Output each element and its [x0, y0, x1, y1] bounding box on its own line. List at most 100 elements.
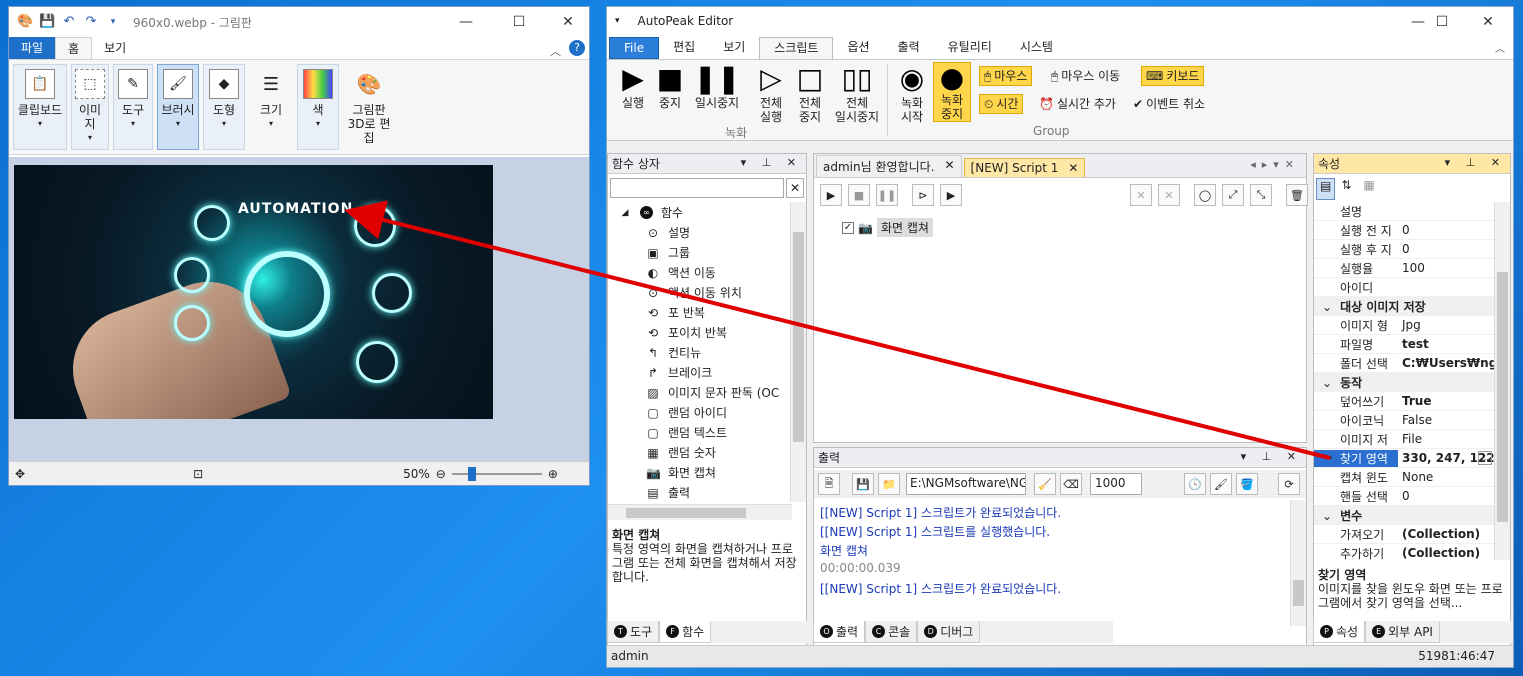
property-row[interactable]: 캡쳐 윈도 None: [1314, 468, 1494, 487]
property-row[interactable]: 덮어쓰기 True: [1314, 392, 1494, 411]
customize-icon[interactable]: ▾: [105, 14, 121, 30]
function-hscrollbar[interactable]: [608, 504, 792, 520]
doc-tab-controls[interactable]: ◂▸▾✕: [1250, 158, 1300, 171]
panel-controls[interactable]: ▾ ⊥ ✕: [741, 156, 802, 169]
output-path-input[interactable]: E:\NGMsoftware\NG: [906, 473, 1026, 495]
sort-az-icon[interactable]: ⇅: [1341, 178, 1351, 200]
property-row[interactable]: 가져오기 (Collection): [1314, 525, 1494, 544]
function-item[interactable]: ▦ 랜덤 숫자: [646, 444, 716, 461]
help-icon[interactable]: ?: [569, 40, 585, 56]
tab-tools[interactable]: T 도구: [607, 621, 660, 643]
paint3d-group[interactable]: 🎨 그림판 3D로 편집: [343, 64, 395, 150]
new-file-icon[interactable]: 🗎: [818, 473, 840, 495]
delete-icon[interactable]: 🗑: [1286, 184, 1308, 206]
fill-icon[interactable]: 🪣: [1236, 473, 1258, 495]
function-item[interactable]: 📷 화면 캡쳐: [646, 464, 716, 481]
close-button[interactable]: ✕: [545, 7, 589, 37]
collapse-ribbon-icon[interactable]: ︿: [550, 43, 569, 59]
tab-debug[interactable]: D 디버그: [917, 621, 981, 643]
record-stop-button[interactable]: ● 녹화 중지: [933, 62, 971, 122]
script-pause-icon[interactable]: ❚❚: [876, 184, 898, 206]
collapse-ribbon-icon[interactable]: ︿: [1495, 40, 1513, 55]
property-row[interactable]: 추가하기 (Collection): [1314, 544, 1494, 560]
property-row[interactable]: 폴더 선택C:₩Users₩ngma: [1314, 354, 1494, 373]
function-item[interactable]: ▤ 출력: [646, 484, 690, 501]
tab-view[interactable]: 보기: [709, 37, 759, 59]
clock-icon[interactable]: 🕓: [1184, 473, 1206, 495]
keyboard-toggle[interactable]: ⌨ 키보드: [1141, 66, 1205, 86]
automation-image[interactable]: AUTOMATION: [14, 165, 493, 419]
tab-file[interactable]: File: [609, 37, 660, 59]
checkbox[interactable]: ✓: [842, 221, 854, 234]
minimize-button[interactable]: —: [443, 7, 489, 37]
step-icon[interactable]: ⊳: [912, 184, 934, 206]
function-item[interactable]: ↰ 컨티뉴: [646, 344, 701, 361]
property-row[interactable]: 이미지 형 Jpg: [1314, 316, 1494, 335]
doc-tab-script[interactable]: [NEW] Script 1 ✕: [963, 158, 1086, 177]
run-to-icon[interactable]: ▶: [940, 184, 962, 206]
expand-all-icon[interactable]: ⤢: [1222, 184, 1244, 206]
function-item[interactable]: ⟲ 포이치 반복: [646, 324, 727, 341]
tab-view[interactable]: 보기: [92, 37, 138, 59]
property-category[interactable]: ⌄ 동작: [1314, 373, 1494, 392]
function-item[interactable]: ▢ 랜덤 텍스트: [646, 424, 727, 441]
function-item[interactable]: ⟲ 포 반복: [646, 304, 705, 321]
function-item[interactable]: ▣ 그룹: [646, 244, 690, 261]
tab-script[interactable]: 스크립트: [759, 37, 834, 59]
tab-external-api[interactable]: E 외부 API: [1365, 621, 1440, 643]
property-row[interactable]: 이미지 저 File: [1314, 430, 1494, 449]
time-toggle[interactable]: ⏲ 시간: [979, 94, 1024, 114]
zoom-out-icon[interactable]: ⊖: [436, 467, 446, 481]
property-row[interactable]: 아이코닉 False: [1314, 411, 1494, 430]
broom-icon[interactable]: 🧹: [1034, 473, 1056, 495]
brush-icon[interactable]: 🖌: [1210, 473, 1232, 495]
property-scrollbar[interactable]: [1494, 202, 1510, 560]
categorized-icon[interactable]: ▤: [1316, 178, 1336, 200]
tab-options[interactable]: 옵션: [833, 37, 883, 59]
function-root[interactable]: ◢ ∞ 함수: [618, 204, 683, 221]
pause-all-button[interactable]: ▯▯ 전체 일시중지: [831, 64, 883, 125]
tab-properties[interactable]: P 속성: [1313, 621, 1366, 643]
run-all-button[interactable]: ▷ 전체 실행: [753, 64, 789, 125]
tab-functions[interactable]: F 함수: [659, 621, 712, 643]
property-category[interactable]: ⌄ 대상 이미지 저장: [1314, 297, 1494, 316]
tab-home[interactable]: 홈: [55, 37, 93, 59]
ellipsis-button[interactable]: ...: [1478, 451, 1492, 465]
mouse-move-toggle[interactable]: 🖱 마우스 이동: [1047, 66, 1124, 86]
stop-button[interactable]: ■ 중지: [653, 64, 687, 111]
function-item[interactable]: ▨ 이미지 문자 판독 (OC: [646, 384, 779, 401]
function-item[interactable]: ↱ 브레이크: [646, 364, 712, 381]
close-icon[interactable]: ✕: [1068, 161, 1078, 175]
property-row[interactable]: 아이디: [1314, 278, 1494, 297]
property-row[interactable]: 실행 전 지0: [1314, 221, 1494, 240]
property-row[interactable]: 파일명 test: [1314, 335, 1494, 354]
shapes-group[interactable]: ◆ 도형 ▾: [203, 64, 245, 150]
mouse-toggle[interactable]: 🖱 마우스: [979, 66, 1033, 86]
remove-all-icon[interactable]: ✕: [1158, 184, 1180, 206]
close-icon[interactable]: ✕: [944, 158, 954, 175]
function-item[interactable]: ◐ 액션 이동: [646, 264, 716, 281]
tab-system[interactable]: 시스템: [1006, 37, 1067, 59]
refresh-icon[interactable]: ◯: [1194, 184, 1216, 206]
tab-file[interactable]: 파일: [9, 37, 56, 59]
quick-access-icon[interactable]: ▾: [615, 16, 620, 26]
eraser-icon[interactable]: ⌫: [1060, 473, 1082, 495]
refresh-icon[interactable]: ⟳: [1278, 473, 1300, 495]
size-group[interactable]: ☰ 크기 ▾: [249, 64, 293, 150]
brush-group[interactable]: 🖌 브러시 ▾: [157, 64, 199, 150]
realtime-add-button[interactable]: ⏰ 실시간 추가: [1035, 94, 1120, 114]
script-stop-icon[interactable]: ■: [848, 184, 870, 206]
function-scrollbar[interactable]: [790, 202, 806, 502]
save-icon[interactable]: 💾: [852, 473, 874, 495]
collapse-all-icon[interactable]: ⤡: [1250, 184, 1272, 206]
event-cancel-button[interactable]: ✔ 이벤트 취소: [1129, 94, 1209, 114]
property-row[interactable]: ▸ 찾기 영역 330, 247, 122,...: [1314, 449, 1494, 468]
tab-output[interactable]: 출력: [884, 37, 934, 59]
pause-button[interactable]: ❚❚ 일시중지: [691, 64, 743, 111]
paint-canvas-area[interactable]: AUTOMATION: [9, 157, 589, 463]
function-item[interactable]: ⊙ 액션 이동 위치: [646, 284, 742, 301]
zoom-in-icon[interactable]: ⊕: [548, 467, 558, 481]
undo-icon[interactable]: ↶: [61, 14, 77, 30]
function-item[interactable]: ⊙ 설명: [646, 224, 690, 241]
function-item[interactable]: ▢ 랜덤 아이디: [646, 404, 727, 421]
